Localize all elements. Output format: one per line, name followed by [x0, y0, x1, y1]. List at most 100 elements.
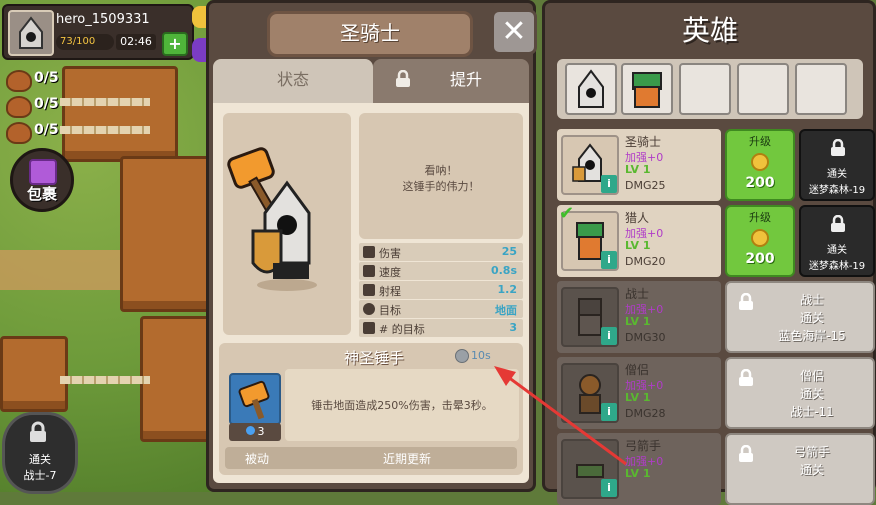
skill-icon[interactable]: [229, 373, 281, 425]
paladin-hero-icon: [227, 147, 317, 291]
fence: [60, 98, 150, 106]
team-slots: [557, 59, 863, 119]
tab-status[interactable]: 状态: [213, 59, 373, 105]
info-icon[interactable]: i: [601, 175, 617, 193]
hero-card[interactable]: i 圣骑士 加强+0 LV 1 DMG25: [557, 129, 721, 201]
resource-counter: 0/5: [6, 68, 66, 92]
hero-row[interactable]: ✔ i 猎人 加强+0 LV 1 DMG20 升级 200 通关 迷梦森林-19: [557, 203, 875, 277]
stat-row-damage: 伤害 25: [359, 243, 523, 261]
unlock-requirement-button[interactable]: 战士 通关 蓝色海岸-15: [725, 281, 875, 353]
info-icon[interactable]: i: [601, 479, 617, 497]
gate-line1: 通关: [827, 245, 847, 256]
resource-value: 0/5: [34, 122, 59, 138]
upgrade-button[interactable]: 升级 200: [725, 205, 795, 277]
unlock-line1: 弓箭手: [793, 445, 830, 459]
building: [0, 336, 68, 412]
add-energy-button[interactable]: +: [162, 32, 188, 56]
team-slot-3[interactable]: [679, 63, 731, 115]
lock-icon: [30, 421, 46, 442]
close-button[interactable]: ✕: [491, 9, 537, 55]
energy-timer: 02:46: [116, 34, 156, 50]
hero-portrait: [223, 113, 351, 335]
hero-row[interactable]: i 圣骑士 加强+0 LV 1 DMG25 升级 200 通关 迷梦森林-19: [557, 129, 875, 201]
paladin-icon: [578, 69, 604, 108]
skill-description-box: 锤击地面造成250%伤害，击晕3秒。: [285, 369, 519, 441]
lock-icon: [396, 70, 410, 87]
hero-row[interactable]: i 战士 加强+0 LV 1 DMG30 战士 通关 蓝色海岸-15: [557, 281, 875, 353]
resource-value: 0/5: [34, 70, 59, 86]
skill-status: 近期更新: [383, 452, 432, 466]
hero-level: LV 1: [625, 239, 651, 252]
hunter-icon: [632, 72, 662, 108]
fence: [60, 376, 150, 384]
bag-icon: [29, 159, 57, 185]
upgrade-cost: 200: [745, 175, 775, 191]
status-panel: 看呐！ 这锤手的伟力！ 伤害 25 速度 0.8s 射程 1.2 目标 地面 #…: [213, 103, 529, 483]
locked-upgrade-button[interactable]: 通关 迷梦森林-19: [799, 129, 875, 201]
selected-check-icon: ✔: [559, 203, 575, 224]
player-info-bar[interactable]: hero_1509331 73/100 02:46 +: [2, 4, 194, 60]
upgrade-cost: 200: [745, 251, 775, 267]
lock-icon: [739, 445, 753, 462]
unlock-line3: 蓝色海岸-15: [778, 329, 846, 343]
coin-icon: [192, 6, 206, 28]
swords-icon: [363, 246, 375, 258]
hero-quote-line1: 看呐！: [424, 164, 458, 177]
hero-name: 战士: [625, 287, 650, 301]
locked-stage-line1: 通关: [29, 453, 51, 466]
unlock-line2: 通关: [799, 463, 824, 477]
building: [62, 66, 178, 162]
fence: [60, 126, 150, 134]
resource-counter: 0/5: [6, 94, 66, 118]
player-name: hero_1509331: [56, 12, 150, 27]
dialog-title: 圣骑士: [267, 11, 473, 57]
stat-row-range: 射程 1.2: [359, 281, 523, 299]
team-slot-1[interactable]: [565, 63, 617, 115]
hero-damage: DMG30: [625, 331, 666, 344]
building: [140, 316, 212, 442]
skill-description: 锤击地面造成250%伤害，击晕3秒。: [311, 399, 493, 412]
skill-type: 被动: [245, 452, 270, 466]
bag-button[interactable]: 包裹: [10, 148, 74, 212]
team-slot-5[interactable]: [795, 63, 847, 115]
coin-icon: [751, 229, 769, 247]
hero-card[interactable]: i 战士 加强+0 LV 1 DMG30: [557, 281, 721, 353]
unlock-line2: 通关: [799, 311, 824, 325]
skill-level: 3: [229, 423, 281, 441]
locked-stage-badge[interactable]: 通关 战士-7: [2, 412, 78, 494]
info-icon[interactable]: i: [601, 327, 617, 345]
avatar[interactable]: [8, 10, 54, 56]
unlock-requirement-button[interactable]: 僧侣 通关 战士-11: [725, 357, 875, 429]
unlock-line1: 僧侣: [799, 369, 824, 383]
hero-damage: DMG20: [625, 255, 666, 268]
stat-row-target: 目标 地面: [359, 300, 523, 318]
locked-stage-line2: 战士-7: [23, 469, 57, 482]
team-slot-2[interactable]: [621, 63, 673, 115]
cooldown-icon: [455, 349, 469, 363]
heroes-title: 英雄: [681, 14, 738, 47]
info-icon[interactable]: i: [601, 251, 617, 269]
target-icon: [363, 303, 375, 315]
upgrade-button[interactable]: 升级 200: [725, 129, 795, 201]
stat-value: 25: [501, 245, 517, 258]
tab-upgrade-label: 提升: [449, 70, 482, 89]
unlock-requirement-button[interactable]: 弓箭手 通关: [725, 433, 875, 505]
stat-label: 射程: [379, 285, 401, 298]
gem-icon: [192, 38, 206, 62]
lock-icon: [831, 215, 845, 232]
energy-counter: 73/100: [56, 34, 114, 50]
stat-label: 目标: [379, 304, 401, 317]
gem-icon: [245, 426, 255, 435]
team-slot-4[interactable]: [737, 63, 789, 115]
stat-value: 1.2: [497, 283, 518, 296]
hero-level: LV 1: [625, 163, 651, 176]
close-icon: ✕: [501, 14, 527, 49]
hero-quote-box: 看呐！ 这锤手的伟力！: [359, 113, 523, 239]
locked-upgrade-button[interactable]: 通关 迷梦森林-19: [799, 205, 875, 277]
knight-avatar-icon: [19, 16, 43, 49]
stat-value: 地面: [495, 304, 517, 317]
tab-upgrade[interactable]: 提升: [373, 59, 529, 105]
tab-status-label: 状态: [276, 70, 309, 89]
hero-card[interactable]: ✔ i 猎人 加强+0 LV 1 DMG20: [557, 203, 721, 277]
stat-label: 速度: [379, 266, 401, 279]
